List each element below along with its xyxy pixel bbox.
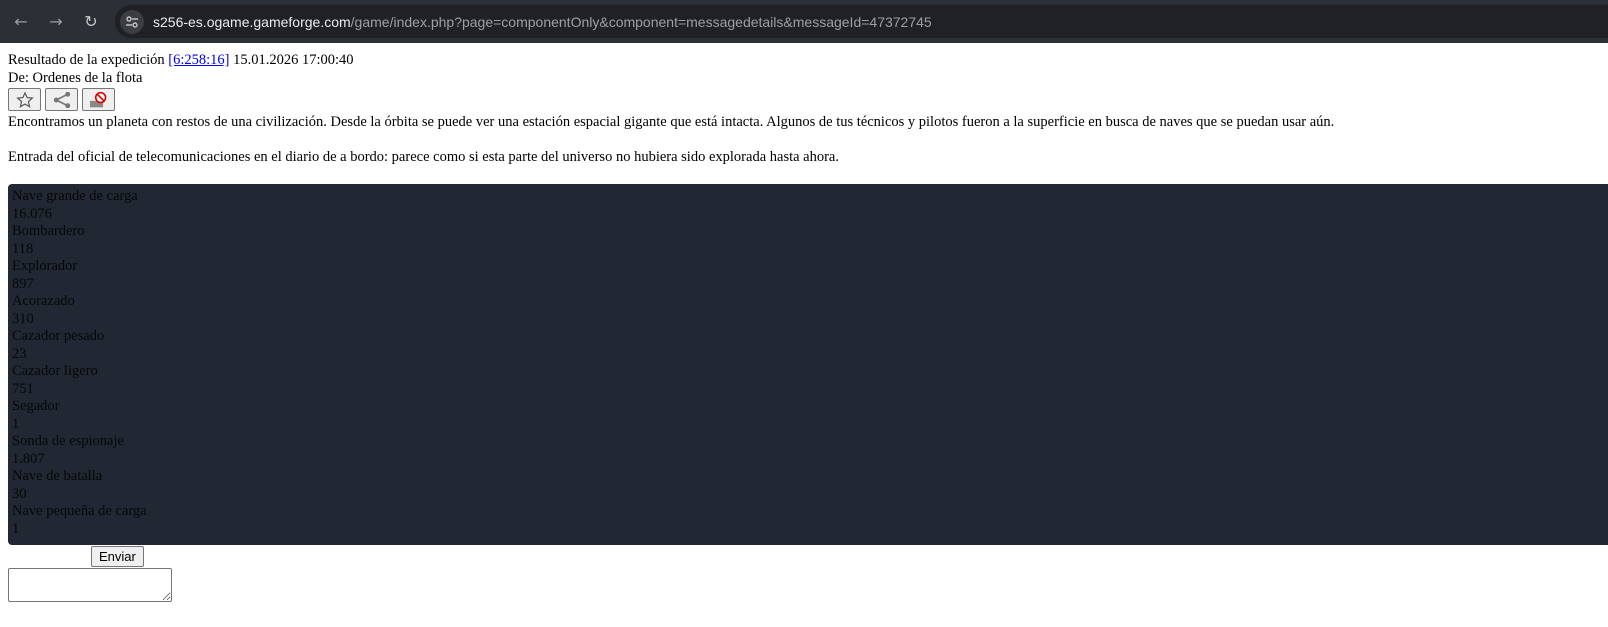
reload-icon[interactable]: ↻ bbox=[80, 10, 102, 32]
share-button[interactable] bbox=[45, 88, 78, 111]
site-settings-icon[interactable] bbox=[120, 9, 144, 34]
forward-arrow-icon[interactable]: → bbox=[45, 10, 67, 32]
comment-controls: Enviar bbox=[8, 546, 1600, 568]
url-path: /game/index.php?page=componentOnly&compo… bbox=[350, 13, 932, 30]
block-icon bbox=[89, 91, 106, 107]
ship-name: Bombardero bbox=[12, 223, 85, 239]
message-body: Encontramos un planeta con restos de una… bbox=[8, 113, 1600, 166]
message-title: Resultado de la expedición bbox=[8, 52, 165, 68]
ship-name: Acorazado bbox=[12, 293, 75, 309]
message-paragraph: Encontramos un planeta con restos de una… bbox=[8, 114, 1335, 130]
message-datetime: 15.01.2026 17:00:40 bbox=[233, 52, 354, 68]
ship-name: Cazador ligero bbox=[12, 363, 98, 379]
message-sender: De: Ordenes de la flota bbox=[8, 70, 143, 86]
ship-count: 1 bbox=[12, 415, 20, 432]
url-text[interactable]: s256-es.ogame.gameforge.com/game/index.p… bbox=[153, 14, 932, 30]
ship-name: Segador bbox=[12, 398, 60, 414]
coords-link[interactable]: [6:258:16] bbox=[168, 52, 229, 68]
ship-name: Sonda de espionaje bbox=[12, 433, 124, 449]
ship-count: 897 bbox=[12, 275, 34, 292]
ship-count: 23 bbox=[12, 345, 27, 362]
send-button[interactable]: Enviar bbox=[91, 546, 144, 567]
ship-count: 1.807 bbox=[12, 450, 45, 467]
message-paragraph: Entrada del oficial de telecomunicacione… bbox=[8, 149, 839, 165]
ship-count: 16.076 bbox=[12, 205, 52, 222]
ship-name: Nave grande de carga bbox=[12, 188, 138, 204]
block-sender-button[interactable] bbox=[82, 88, 115, 111]
ship-name: Nave de batalla bbox=[12, 468, 103, 484]
star-icon bbox=[15, 90, 34, 108]
ship-count: 1 bbox=[12, 520, 20, 537]
favorite-button[interactable] bbox=[8, 88, 41, 111]
comment-textarea[interactable] bbox=[8, 568, 172, 602]
ships-found-panel: Nave grande de carga 16.076 Bombardero 118 E… bbox=[8, 184, 1608, 545]
message-details: Resultado de la expedición [6:258:16] 15… bbox=[0, 43, 1608, 607]
back-arrow-icon[interactable]: ← bbox=[10, 10, 32, 32]
url-host: s256-es.ogame.gameforge.com bbox=[153, 13, 351, 30]
browser-toolbar: ← → ↻ s256-es.ogame.gameforge.com/game/i… bbox=[0, 0, 1608, 43]
ship-name: Cazador pesado bbox=[12, 328, 105, 344]
address-bar[interactable]: s256-es.ogame.gameforge.com/game/index.p… bbox=[115, 5, 1608, 38]
ship-count: 310 bbox=[12, 310, 34, 327]
ship-count: 118 bbox=[12, 240, 34, 257]
ship-count: 30 bbox=[12, 485, 27, 502]
ship-name: Nave pequeña de carga bbox=[12, 503, 147, 519]
share-icon bbox=[53, 91, 70, 108]
message-header: Resultado de la expedición [6:258:16] 15… bbox=[8, 51, 1600, 69]
message-actions bbox=[8, 88, 1600, 113]
ship-name: Explorador bbox=[12, 258, 78, 274]
ship-count: 751 bbox=[12, 380, 34, 397]
